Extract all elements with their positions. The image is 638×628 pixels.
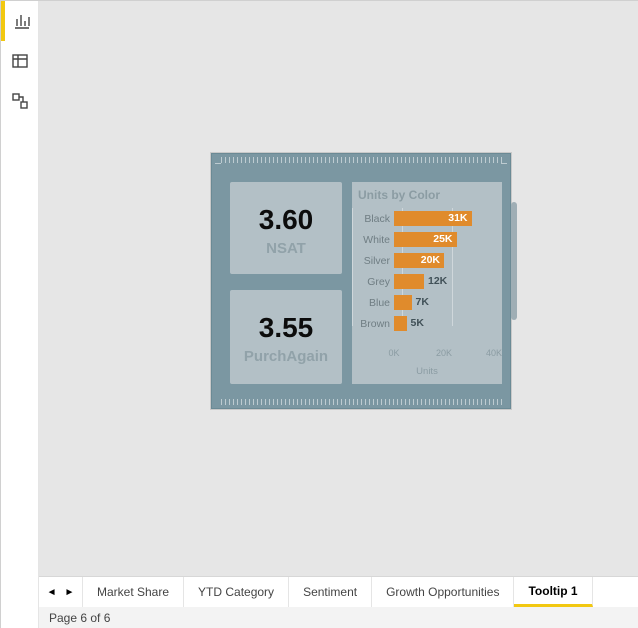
view-rail	[1, 1, 39, 628]
page-tab[interactable]: Sentiment	[289, 577, 372, 607]
tab-nav: ◄ ►	[39, 577, 83, 607]
card-nsat[interactable]: 3.60 NSAT	[230, 182, 342, 274]
ruler	[218, 399, 504, 405]
bar-value-label: 12K	[428, 274, 447, 289]
bar-row: Grey12K	[394, 271, 502, 292]
card-purchagain[interactable]: 3.55 PurchAgain	[230, 290, 342, 384]
axis-tick: 0K	[388, 348, 399, 358]
bar-value-label: 20K	[421, 253, 440, 268]
chart-plot-area: Black31KWhite25KSilver20KGrey12KBlue7KBr…	[352, 208, 502, 348]
tabs-container: Market ShareYTD CategorySentimentGrowth …	[83, 577, 638, 607]
ruler	[215, 160, 221, 166]
model-view-button[interactable]	[1, 81, 38, 121]
page-tab[interactable]: YTD Category	[184, 577, 289, 607]
page-tab[interactable]: Market Share	[83, 577, 184, 607]
chart-x-label: Units	[352, 366, 502, 377]
ruler	[501, 160, 507, 166]
table-icon	[11, 52, 29, 70]
bar-row: White25K	[394, 229, 502, 250]
axis-tick: 40K	[486, 348, 502, 358]
data-view-button[interactable]	[1, 41, 38, 81]
report-view-button[interactable]	[1, 1, 38, 41]
card-value: 3.55	[230, 312, 342, 344]
bar-value-label: 31K	[448, 211, 467, 226]
chart-title: Units by Color	[352, 188, 502, 202]
card-value: 3.60	[230, 204, 342, 236]
units-by-color-chart[interactable]: Units by Color Black31KWhite25KSilver20K…	[352, 182, 502, 384]
bar-value-label: 25K	[433, 232, 452, 247]
bar-category-label: Brown	[352, 318, 390, 330]
bar-category-label: White	[352, 234, 390, 246]
report-canvas[interactable]: 3.60 NSAT 3.55 PurchAgain Units by Color…	[39, 1, 638, 576]
bar[interactable]: 7K	[394, 295, 412, 310]
bar-category-label: Silver	[352, 255, 390, 267]
page-tab[interactable]: Tooltip 1	[514, 577, 592, 607]
bar-category-label: Grey	[352, 276, 390, 288]
tab-prev-button[interactable]: ◄	[47, 587, 57, 598]
status-bar: Page 6 of 6	[39, 607, 638, 628]
bar-category-label: Black	[352, 213, 390, 225]
chart-x-axis: 0K20K40K	[394, 348, 502, 364]
axis-tick: 20K	[436, 348, 452, 358]
bar-row: Blue7K	[394, 292, 502, 313]
card-label: PurchAgain	[230, 348, 342, 365]
model-icon	[11, 92, 29, 110]
page-indicator: Page 6 of 6	[49, 611, 110, 625]
chart-scrollbar[interactable]	[511, 202, 517, 320]
bar[interactable]: 12K	[394, 274, 424, 289]
bar[interactable]: 20K	[394, 253, 444, 268]
bar-chart-icon	[13, 12, 31, 30]
ruler	[218, 157, 504, 163]
tab-next-button[interactable]: ►	[65, 587, 75, 598]
bar[interactable]: 5K	[394, 316, 407, 331]
bar-row: Black31K	[394, 208, 502, 229]
card-label: NSAT	[230, 240, 342, 257]
bar-value-label: 5K	[411, 316, 424, 331]
tooltip-page[interactable]: 3.60 NSAT 3.55 PurchAgain Units by Color…	[211, 153, 511, 409]
bar-value-label: 7K	[416, 295, 429, 310]
page-tab[interactable]: Growth Opportunities	[372, 577, 514, 607]
bar-row: Silver20K	[394, 250, 502, 271]
bar[interactable]: 31K	[394, 211, 472, 226]
bar-category-label: Blue	[352, 297, 390, 309]
bar[interactable]: 25K	[394, 232, 457, 247]
page-tab-bar: ◄ ► Market ShareYTD CategorySentimentGro…	[39, 576, 638, 607]
bar-row: Brown5K	[394, 313, 502, 334]
